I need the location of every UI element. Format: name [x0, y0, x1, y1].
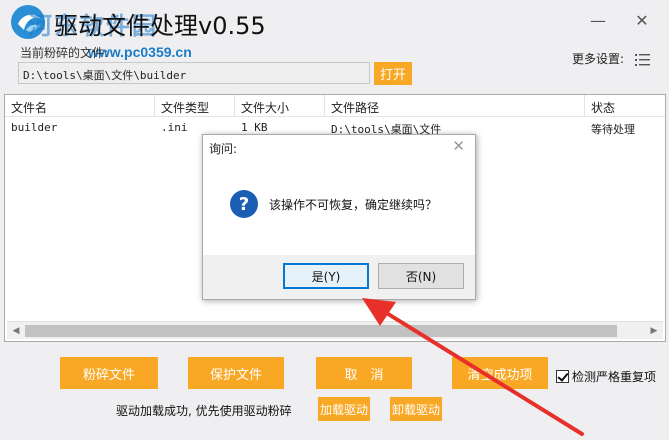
dialog-close-icon[interactable]: ✕: [452, 137, 465, 155]
confirm-dialog: 询问: ✕ ? 该操作不可恢复，确定继续吗？ 是(Y) 否(N): [202, 134, 476, 300]
cell-status: 等待处理: [591, 123, 635, 136]
table-header: 文件名 文件类型 文件大小 文件路径 状态: [5, 95, 665, 117]
column-header-size[interactable]: 文件大小: [235, 95, 325, 117]
menu-list-icon[interactable]: [635, 53, 651, 67]
strict-duplicate-option[interactable]: 检测严格重复项: [556, 368, 656, 385]
strict-duplicate-checkbox[interactable]: [556, 370, 569, 383]
close-button[interactable]: ✕: [630, 8, 654, 32]
scroll-left-icon[interactable]: ◀: [9, 324, 23, 338]
dialog-title: 询问:: [209, 142, 238, 156]
column-header-path[interactable]: 文件路径: [325, 95, 585, 117]
clear-success-button[interactable]: 清空成功项: [452, 357, 548, 389]
close-icon: ✕: [635, 10, 649, 30]
dialog-footer: 是(Y) 否(N): [203, 255, 475, 299]
current-file-label: 当前粉碎的文件:: [20, 46, 109, 60]
minimize-icon: —: [590, 10, 606, 30]
open-button[interactable]: 打开: [374, 62, 412, 85]
status-message: 驱动加载成功, 优先使用驱动粉碎: [116, 404, 292, 418]
scroll-right-icon[interactable]: ▶: [647, 324, 661, 338]
yes-button[interactable]: 是(Y): [283, 263, 369, 289]
unload-driver-button[interactable]: 卸载驱动: [390, 397, 442, 421]
file-path-field[interactable]: D:\tools\桌面\文件\builder: [18, 62, 370, 84]
column-header-status[interactable]: 状态: [585, 95, 663, 117]
shred-file-button[interactable]: 粉碎文件: [60, 357, 158, 389]
scrollbar-thumb[interactable]: [25, 325, 617, 337]
dialog-body: ? 该操作不可恢复，确定继续吗？: [203, 159, 475, 255]
dialog-titlebar: 询问: ✕: [203, 135, 475, 159]
cell-name: builder: [11, 121, 58, 134]
load-driver-button[interactable]: 加载驱动: [318, 397, 370, 421]
question-icon: ?: [230, 190, 258, 218]
dialog-message: 该操作不可恢复，确定继续吗？: [269, 198, 438, 212]
more-settings-label: 更多设置:: [572, 52, 625, 66]
protect-file-button[interactable]: 保护文件: [188, 357, 284, 389]
no-button[interactable]: 否(N): [378, 263, 464, 289]
cancel-button[interactable]: 取 消: [316, 357, 412, 389]
app-logo-icon: [11, 5, 45, 39]
strict-duplicate-label: 检测严格重复项: [572, 370, 657, 384]
minimize-button[interactable]: —: [586, 8, 610, 32]
window-title: 驱动文件处理v0.55: [54, 12, 266, 40]
column-header-type[interactable]: 文件类型: [155, 95, 235, 117]
svg-text:?: ?: [239, 194, 249, 215]
horizontal-scrollbar[interactable]: ◀ ▶: [7, 321, 663, 339]
column-header-name[interactable]: 文件名: [5, 95, 155, 117]
